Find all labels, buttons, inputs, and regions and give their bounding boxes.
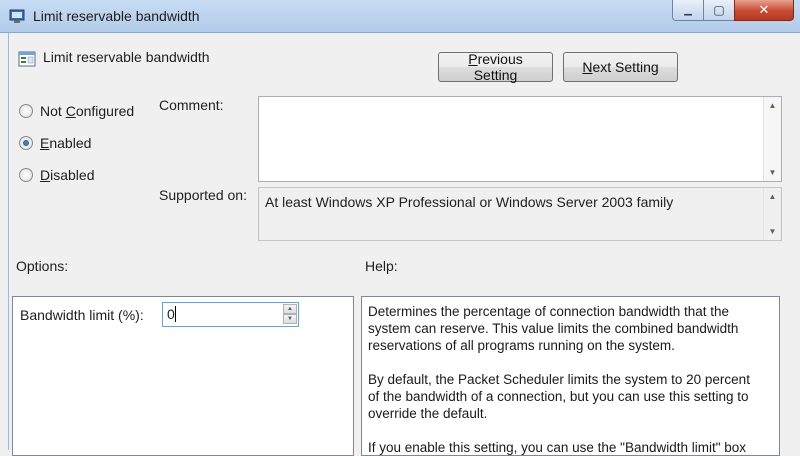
bandwidth-limit-spinner[interactable]: 0 ▲ ▼ (162, 302, 299, 327)
window-title: Limit reservable bandwidth (33, 8, 200, 24)
comment-scrollbar[interactable]: ▲ ▼ (763, 97, 781, 181)
maximize-icon: ▢ (713, 3, 725, 17)
supported-on-label: Supported on: (159, 187, 247, 203)
scroll-up-icon[interactable]: ▲ (764, 97, 781, 114)
options-label: Options: (16, 258, 69, 274)
close-button[interactable]: ✕ (734, 0, 794, 21)
scroll-down-icon[interactable]: ▼ (764, 223, 781, 240)
radio-button[interactable] (19, 136, 33, 150)
comment-label: Comment: (159, 97, 224, 113)
help-paragraph: Determines the percentage of connection … (368, 304, 739, 353)
maximize-button[interactable]: ▢ (703, 0, 735, 21)
previous-setting-button[interactable]: Previous Setting (438, 51, 553, 83)
dialog-body: Limit reservable bandwidth Previous Sett… (8, 33, 800, 456)
bandwidth-limit-value[interactable]: 0 (167, 306, 175, 322)
help-label: Help: (365, 258, 398, 274)
spinner-buttons: ▲ ▼ (283, 304, 297, 324)
comment-field[interactable]: ▲ ▼ (258, 96, 782, 182)
supported-on-scrollbar[interactable]: ▲ ▼ (763, 188, 781, 240)
help-paragraph: If you enable this setting, you can use … (368, 440, 747, 455)
radio-not-configured[interactable]: Not Configured (19, 103, 134, 119)
previous-setting-label: Previous Setting (468, 51, 523, 83)
radio-label: Not Configured (40, 103, 135, 119)
radio-label: Enabled (40, 135, 92, 151)
supported-on-field: At least Windows XP Professional or Wind… (258, 187, 782, 241)
scroll-up-icon[interactable]: ▲ (764, 188, 781, 205)
policy-setting-icon (18, 51, 36, 67)
scroll-down-icon[interactable]: ▼ (764, 164, 781, 181)
spin-down-icon[interactable]: ▼ (283, 314, 297, 324)
supported-on-value: At least Windows XP Professional or Wind… (265, 194, 674, 210)
text-caret (175, 306, 176, 322)
radio-enabled[interactable]: Enabled (19, 135, 91, 151)
bandwidth-limit-label: Bandwidth limit (%): (20, 307, 144, 323)
spin-up-icon[interactable]: ▲ (283, 304, 297, 314)
title-bar: Limit reservable bandwidth ▁ ▢ ✕ (0, 0, 800, 33)
close-icon: ✕ (758, 2, 770, 17)
next-setting-label: Next Setting (582, 59, 659, 75)
minimize-icon: ▁ (684, 4, 692, 16)
radio-button[interactable] (19, 104, 33, 118)
next-setting-button[interactable]: Next Setting (563, 52, 678, 82)
help-paragraph: By default, the Packet Scheduler limits … (368, 372, 750, 421)
radio-disabled[interactable]: Disabled (19, 167, 95, 183)
help-text: Determines the percentage of connection … (368, 303, 760, 455)
setting-title: Limit reservable bandwidth (43, 49, 210, 65)
radio-label: Disabled (40, 167, 95, 183)
policy-app-icon (9, 9, 25, 23)
radio-button[interactable] (19, 168, 33, 182)
help-panel[interactable]: Determines the percentage of connection … (361, 296, 780, 456)
minimize-button[interactable]: ▁ (672, 0, 704, 21)
